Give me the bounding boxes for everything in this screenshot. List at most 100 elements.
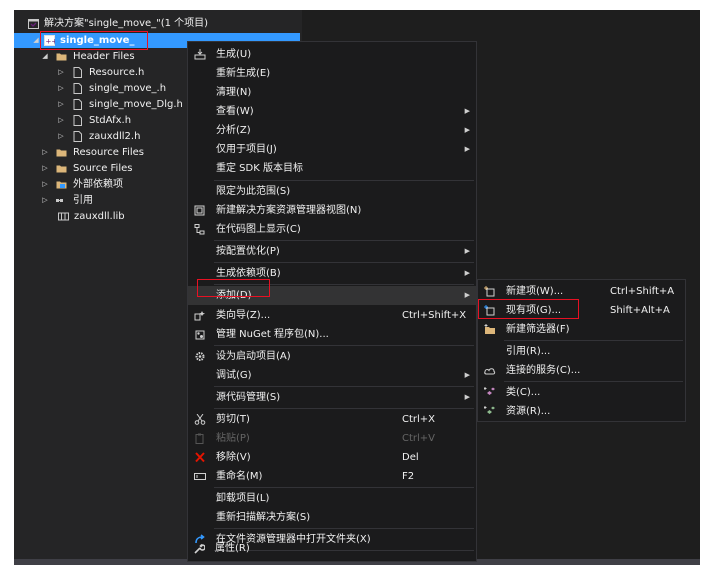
nuget-icon — [195, 330, 205, 340]
tree-item-zauxdll-lib[interactable]: zauxdll.lib — [56, 209, 196, 224]
submenu-arrow-icon: ▶ — [464, 145, 470, 153]
tree-item-label: Header Files — [73, 51, 135, 62]
header-file-icon — [73, 115, 82, 126]
menu-separator — [214, 386, 474, 387]
build-icon — [194, 49, 206, 60]
filter-folder-icon — [56, 165, 67, 173]
tree-item-label: Source Files — [73, 163, 133, 174]
collapse-arrow-icon[interactable]: ▷ — [40, 177, 50, 192]
tree-item-resource-files[interactable]: ▷ Resource Files — [40, 145, 190, 160]
new-filter-icon — [484, 324, 495, 334]
tree-item-header-files[interactable]: ◢ Header Files — [40, 49, 190, 64]
submenu-item-existing-item[interactable]: 现有项(G)... Shift+Alt+A — [478, 301, 685, 320]
submenu-arrow-icon: ▶ — [464, 269, 470, 277]
menu-item-project-only[interactable]: 仅用于项目(J) ▶ — [188, 140, 476, 159]
submenu-arrow-icon: ▶ — [464, 393, 470, 401]
menu-item-unload-project[interactable]: 卸载项目(L) — [188, 489, 476, 508]
menu-item-retarget-sdk[interactable]: 重定 SDK 版本目标 — [188, 159, 476, 178]
project-icon: ++ — [44, 35, 55, 46]
context-menu: 生成(U) 重新生成(E) 清理(N) 查看(W) ▶ 分析(Z) ▶ 仅用于项目(… — [187, 41, 477, 562]
submenu-item-new-filter[interactable]: 新建筛选器(F) — [478, 320, 685, 339]
menu-item-rescan-solution[interactable]: 重新扫描解决方案(S) — [188, 508, 476, 527]
tree-item-label: zauxdll2.h — [89, 131, 141, 142]
menu-item-scope-to-this[interactable]: 限定为此范围(S) — [188, 182, 476, 201]
submenu-item-reference[interactable]: 引用(R)... — [478, 342, 685, 361]
collapse-arrow-icon[interactable]: ▷ — [56, 65, 66, 80]
menu-item-show-on-code-map[interactable]: 在代码图上显示(C) — [188, 220, 476, 239]
submenu-item-resource[interactable]: 资源(R)... — [478, 402, 685, 421]
menu-item-add[interactable]: 添加(D) ▶ — [188, 286, 476, 305]
menu-item-rebuild[interactable]: 重新生成(E) — [188, 64, 476, 83]
collapse-arrow-icon[interactable]: ▷ — [40, 145, 50, 160]
tree-item-zauxdll2-h[interactable]: ▷ zauxdll2.h — [56, 129, 196, 144]
tree-item-source-files[interactable]: ▷ Source Files — [40, 161, 190, 176]
menu-item-source-control[interactable]: 源代码管理(S) ▶ — [188, 388, 476, 407]
menu-item-build-dependencies[interactable]: 生成依赖项(B) ▶ — [188, 264, 476, 283]
submenu-arrow-icon: ▶ — [464, 247, 470, 255]
filter-folder-icon — [56, 149, 67, 157]
menu-item-debug[interactable]: 调试(G) ▶ — [188, 366, 476, 385]
submenu-item-class[interactable]: 类(C)... — [478, 383, 685, 402]
class-wizard-icon — [194, 311, 205, 321]
project-label: single_move_ — [60, 35, 135, 46]
collapse-arrow-icon[interactable]: ▷ — [56, 113, 66, 128]
class-icon — [484, 387, 495, 395]
tree-item-resource-h[interactable]: ▷ Resource.h — [56, 65, 196, 80]
svg-text:++: ++ — [46, 38, 56, 46]
menu-item-set-startup[interactable]: 设为启动项目(A) — [188, 347, 476, 366]
new-view-icon — [194, 205, 205, 216]
header-file-icon — [73, 131, 82, 142]
solution-icon — [28, 19, 39, 29]
new-item-icon — [484, 286, 495, 297]
menu-separator — [504, 340, 683, 341]
menu-item-view[interactable]: 查看(W) ▶ — [188, 102, 476, 121]
menu-separator — [214, 262, 474, 263]
tree-item-label: StdAfx.h — [89, 115, 132, 126]
tree-item-references[interactable]: ▷ 引用 — [40, 193, 190, 208]
solution-node[interactable]: 解决方案"single_move_"(1 个项目) — [26, 16, 296, 31]
menu-item-pgo[interactable]: 按配置优化(P) ▶ — [188, 242, 476, 261]
collapse-arrow-icon[interactable]: ▷ — [56, 129, 66, 144]
menu-separator — [214, 345, 474, 346]
header-file-icon — [73, 67, 82, 78]
header-file-icon — [73, 83, 82, 94]
collapse-arrow-icon[interactable]: ▷ — [56, 97, 66, 112]
menu-item-rename[interactable]: 重命名(M) F2 — [188, 467, 476, 486]
menu-item-new-solution-view[interactable]: 新建解决方案资源管理器视图(N) — [188, 201, 476, 220]
wrench-icon — [194, 543, 205, 554]
menu-item-class-wizard[interactable]: 类向导(Z)... Ctrl+Shift+X — [188, 306, 476, 325]
menu-item-analyze[interactable]: 分析(Z) ▶ — [188, 121, 476, 140]
submenu-item-connected-service[interactable]: 连接的服务(C)... — [478, 361, 685, 380]
submenu-item-new-item[interactable]: 新建项(W)... Ctrl+Shift+A — [478, 282, 685, 301]
menu-item-paste[interactable]: 粘贴(P) Ctrl+V — [188, 429, 476, 448]
tree-item-label: Resource Files — [73, 147, 144, 158]
menu-item-clean[interactable]: 清理(N) — [188, 83, 476, 102]
submenu-arrow-icon: ▶ — [464, 126, 470, 134]
gear-icon — [195, 352, 205, 361]
menu-item-build[interactable]: 生成(U) — [188, 45, 476, 64]
collapse-arrow-icon[interactable]: ▷ — [40, 161, 50, 176]
tree-item-single-move-dlg-h[interactable]: ▷ single_move_Dlg.h — [56, 97, 196, 112]
collapse-arrow-icon[interactable]: ▷ — [56, 81, 66, 96]
menu-item-properties[interactable]: 属性(R) — [187, 539, 477, 558]
menu-separator — [214, 408, 474, 409]
tree-item-label: zauxdll.lib — [74, 211, 125, 222]
tree-item-label: 外部依赖项 — [73, 179, 123, 190]
collapse-arrow-icon[interactable]: ▷ — [40, 193, 50, 208]
expand-arrow-icon[interactable]: ◢ — [31, 33, 41, 48]
tree-item-single-move-h[interactable]: ▷ single_move_.h — [56, 81, 196, 96]
submenu-arrow-icon: ▶ — [464, 371, 470, 379]
tree-item-external-deps[interactable]: ▷ 外部依赖项 — [40, 177, 190, 192]
solution-label: 解决方案"single_move_"(1 个项目) — [44, 18, 209, 29]
remove-icon — [195, 452, 205, 463]
tree-item-label: 引用 — [73, 195, 93, 206]
paste-icon — [195, 433, 204, 444]
submenu-arrow-icon: ▶ — [464, 107, 470, 115]
menu-item-cut[interactable]: 剪切(T) Ctrl+X — [188, 410, 476, 429]
expand-arrow-icon[interactable]: ◢ — [40, 49, 50, 64]
tree-item-label: Resource.h — [89, 67, 145, 78]
references-icon — [56, 199, 63, 202]
menu-item-remove[interactable]: 移除(V) Del — [188, 448, 476, 467]
tree-item-stdafx-h[interactable]: ▷ StdAfx.h — [56, 113, 196, 128]
menu-item-nuget[interactable]: 管理 NuGet 程序包(N)... — [188, 325, 476, 344]
